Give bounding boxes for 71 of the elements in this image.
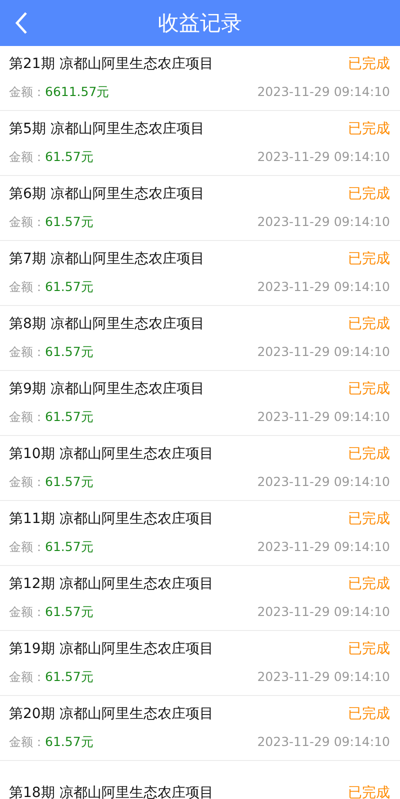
- amount-value: 61.57元: [45, 474, 94, 489]
- amount-label: 金额：: [9, 85, 45, 99]
- amount-label: 金额：: [9, 215, 45, 229]
- record-title: 第21期 凉都山阿里生态农庄项目: [9, 55, 214, 73]
- amount-label: 金额：: [9, 150, 45, 164]
- status-label: 已完成: [348, 640, 390, 658]
- amount-value: 61.57元: [45, 669, 94, 684]
- amount-value: 61.57元: [45, 734, 94, 749]
- record-item[interactable]: 第9期 凉都山阿里生态农庄项目 已完成 金额：61.57元 2023-11-29 09:14:10: [0, 371, 400, 436]
- amount-label: 金额：: [9, 540, 45, 554]
- amount-value: 61.57元: [45, 539, 94, 554]
- amount-value: 61.57元: [45, 604, 94, 619]
- record-title: 第9期 凉都山阿里生态农庄项目: [9, 380, 204, 398]
- record-time: 2023-11-29 09:14:10: [257, 214, 390, 228]
- record-title: 第11期 凉都山阿里生态农庄项目: [9, 510, 214, 528]
- record-item[interactable]: 第21期 凉都山阿里生态农庄项目 已完成 金额：6611.57元 2023-11-29 09:14:10: [0, 46, 400, 111]
- amount-value: 61.57元: [45, 149, 94, 164]
- record-time: 2023-11-29 09:14:10: [257, 474, 390, 488]
- record-item[interactable]: 第20期 凉都山阿里生态农庄项目 已完成 金额：61.57元 2023-11-29 09:14:10: [0, 696, 400, 761]
- amount-label: 金额：: [9, 670, 45, 684]
- record-time: 2023-11-29 09:14:10: [257, 344, 390, 358]
- status-label: 已完成: [348, 705, 390, 723]
- record-time: 2023-11-29 09:14:10: [257, 84, 390, 98]
- amount-label: 金额：: [9, 605, 45, 619]
- record-time: 2023-11-29 09:14:10: [257, 148, 390, 164]
- record-title: 第5期 凉都山阿里生态农庄项目: [9, 120, 204, 138]
- record-title: 第18期 凉都山阿里生态农庄项目: [9, 784, 214, 799]
- amount-label: 金额：: [9, 345, 45, 359]
- status-label: 已完成: [348, 575, 390, 593]
- status-label: 已完成: [348, 315, 390, 333]
- record-time: 2023-11-29 09:14:10: [257, 734, 390, 748]
- record-item[interactable]: 第8期 凉都山阿里生态农庄项目 已完成 金额：61.57元 2023-11-29 09:14:10: [0, 306, 400, 371]
- record-item[interactable]: 第5期 凉都山阿里生态农庄项目 已完成 金额：61.57元 2023-11-29 09:14:10: [0, 111, 400, 176]
- amount-label: 金额：: [9, 735, 45, 749]
- status-label: 已完成: [348, 445, 390, 463]
- amount-label: 金额：: [9, 475, 45, 489]
- record-title: 第6期 凉都山阿里生态农庄项目: [9, 185, 204, 203]
- record-time: 2023-11-29 09:14:10: [257, 278, 390, 294]
- record-title: 第10期 凉都山阿里生态农庄项目: [9, 445, 214, 463]
- status-label: 已完成: [348, 784, 390, 799]
- status-label: 已完成: [348, 55, 390, 73]
- amount-value: 61.57元: [45, 409, 94, 424]
- status-label: 已完成: [348, 380, 390, 398]
- amount-value: 61.57元: [45, 214, 94, 229]
- record-time: 2023-11-29 09:14:10: [257, 538, 390, 554]
- record-title: 第20期 凉都山阿里生态农庄项目: [9, 705, 214, 723]
- record-time: 2023-11-29 09:14:10: [257, 668, 390, 684]
- amount-value: 6611.57元: [45, 84, 110, 99]
- amount-value: 61.57元: [45, 279, 94, 294]
- back-icon: [14, 11, 28, 35]
- status-label: 已完成: [348, 185, 390, 203]
- record-time: 2023-11-29 09:14:10: [257, 408, 390, 424]
- record-item[interactable]: 第7期 凉都山阿里生态农庄项目 已完成 金额：61.57元 2023-11-29 09:14:10: [0, 241, 400, 306]
- status-label: 已完成: [348, 250, 390, 268]
- status-label: 已完成: [348, 120, 390, 138]
- amount-label: 金额：: [9, 280, 45, 294]
- record-title: 第8期 凉都山阿里生态农庄项目: [9, 315, 204, 333]
- record-item[interactable]: 第11期 凉都山阿里生态农庄项目 已完成 金额：61.57元 2023-11-29 09:14:10: [0, 501, 400, 566]
- status-label: 已完成: [348, 510, 390, 528]
- record-item[interactable]: 第19期 凉都山阿里生态农庄项目 已完成 金额：61.57元 2023-11-29 09:14:10: [0, 631, 400, 696]
- record-item[interactable]: 第6期 凉都山阿里生态农庄项目 已完成 金额：61.57元 2023-11-29 09:14:10: [0, 176, 400, 241]
- record-item[interactable]: 第12期 凉都山阿里生态农庄项目 已完成 金额：61.57元 2023-11-29 09:14:10: [0, 566, 400, 631]
- amount-label: 金额：: [9, 410, 45, 424]
- amount-value: 61.57元: [45, 344, 94, 359]
- page-title: 收益记录: [158, 10, 242, 37]
- record-title: 第7期 凉都山阿里生态农庄项目: [9, 250, 204, 268]
- record-time: 2023-11-29 09:14:10: [257, 604, 390, 618]
- record-item[interactable]: 第10期 凉都山阿里生态农庄项目 已完成 金额：61.57元 2023-11-29 09:14:10: [0, 436, 400, 501]
- record-title: 第19期 凉都山阿里生态农庄项目: [9, 640, 214, 658]
- record-title: 第12期 凉都山阿里生态农庄项目: [9, 575, 214, 593]
- record-item[interactable]: 第18期 凉都山阿里生态农庄项目 已完成: [0, 761, 400, 799]
